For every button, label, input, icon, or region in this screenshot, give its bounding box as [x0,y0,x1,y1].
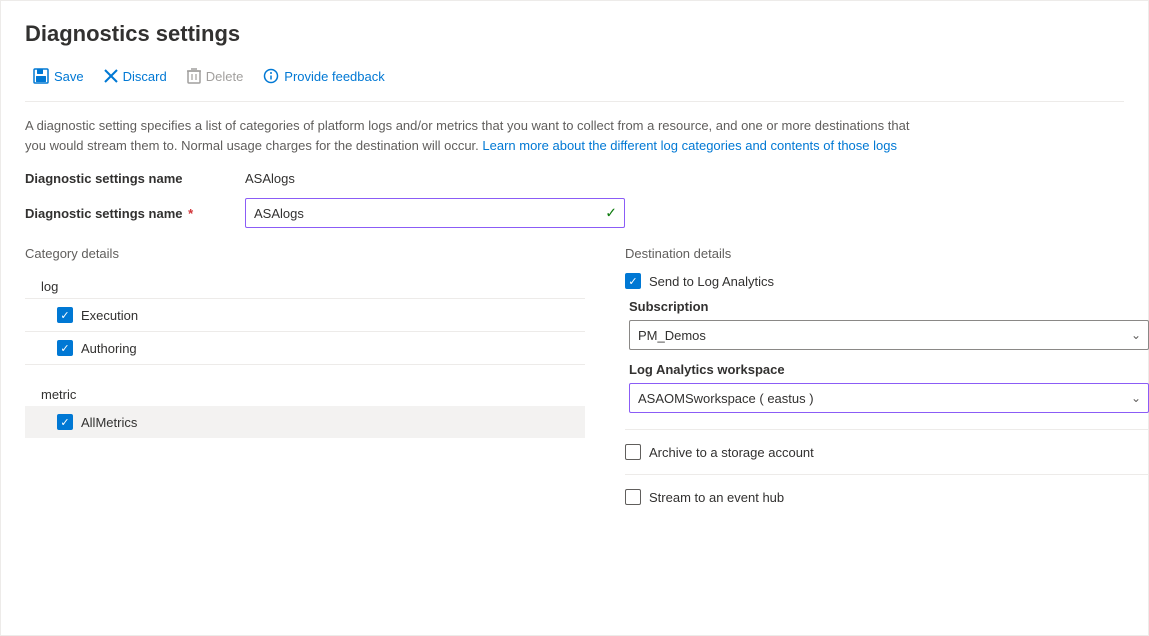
dest-separator-1 [625,429,1149,430]
left-panel: Category details log Execution Authoring… [25,246,585,509]
name-input[interactable] [245,198,625,228]
delete-icon [187,68,201,84]
log-analytics-label: Send to Log Analytics [649,274,774,289]
log-analytics-sub: Subscription PM_Demos ⌄ Log Analytics wo… [625,299,1149,413]
authoring-checkbox[interactable] [57,340,73,356]
storage-item: Archive to a storage account [625,444,1149,460]
feedback-icon [263,68,279,84]
authoring-item: Authoring [25,332,585,365]
subscription-select[interactable]: PM_Demos [629,320,1149,350]
subscription-select-wrapper: PM_Demos ⌄ [629,320,1149,350]
authoring-label: Authoring [81,341,137,356]
toolbar: Save Discard Delete [25,63,1124,102]
name-readonly-label: Diagnostic settings name [25,171,245,186]
eventhub-checkbox[interactable] [625,489,641,505]
page-title: Diagnostics settings [25,21,1124,47]
dest-separator-2 [625,474,1149,475]
discard-label: Discard [123,69,167,84]
workspace-select-wrapper: ASAOMSworkspace ( eastus ) ⌄ [629,383,1149,413]
checkmark-icon: ✓ [605,205,617,222]
description-text: A diagnostic setting specifies a list of… [25,116,925,155]
metric-group-label: metric [25,381,585,406]
log-analytics-item: Send to Log Analytics [625,273,1149,289]
execution-label: Execution [81,308,138,323]
right-panel: Destination details Send to Log Analytic… [625,246,1149,509]
discard-button[interactable]: Discard [96,64,175,89]
workspace-select[interactable]: ASAOMSworkspace ( eastus ) [629,383,1149,413]
log-group: log Execution Authoring [25,273,585,365]
subscription-label: Subscription [629,299,1149,314]
name-input-row: Diagnostic settings name * ✓ [25,198,1124,228]
allmetrics-item: AllMetrics [25,406,585,438]
log-group-label: log [25,273,585,298]
name-readonly-row: Diagnostic settings name ASAlogs [25,171,1124,186]
storage-checkbox[interactable] [625,444,641,460]
name-readonly-value: ASAlogs [245,171,295,186]
save-label: Save [54,69,84,84]
allmetrics-checkbox[interactable] [57,414,73,430]
eventhub-label: Stream to an event hub [649,490,784,505]
name-input-wrapper: ✓ [245,198,625,228]
workspace-label: Log Analytics workspace [629,362,1149,377]
save-button[interactable]: Save [25,63,92,89]
log-analytics-checkbox[interactable] [625,273,641,289]
name-required-label: Diagnostic settings name * [25,206,245,221]
allmetrics-label: AllMetrics [81,415,137,430]
delete-label: Delete [206,69,244,84]
discard-icon [104,69,118,83]
save-icon [33,68,49,84]
content-area: Category details log Execution Authoring… [25,246,1124,509]
category-details-label: Category details [25,246,585,261]
metric-group: metric AllMetrics [25,381,585,438]
page-container: Diagnostics settings Save Discard [0,0,1149,636]
execution-checkbox[interactable] [57,307,73,323]
required-star: * [184,206,193,221]
destination-details-label: Destination details [625,246,1149,261]
feedback-button[interactable]: Provide feedback [255,63,392,89]
execution-item: Execution [25,299,585,332]
learn-more-link[interactable]: Learn more about the different log categ… [482,138,897,153]
storage-label: Archive to a storage account [649,445,814,460]
log-analytics-section: Send to Log Analytics Subscription PM_De… [625,273,1149,413]
eventhub-item: Stream to an event hub [625,489,1149,505]
feedback-label: Provide feedback [284,69,384,84]
delete-button[interactable]: Delete [179,63,252,89]
